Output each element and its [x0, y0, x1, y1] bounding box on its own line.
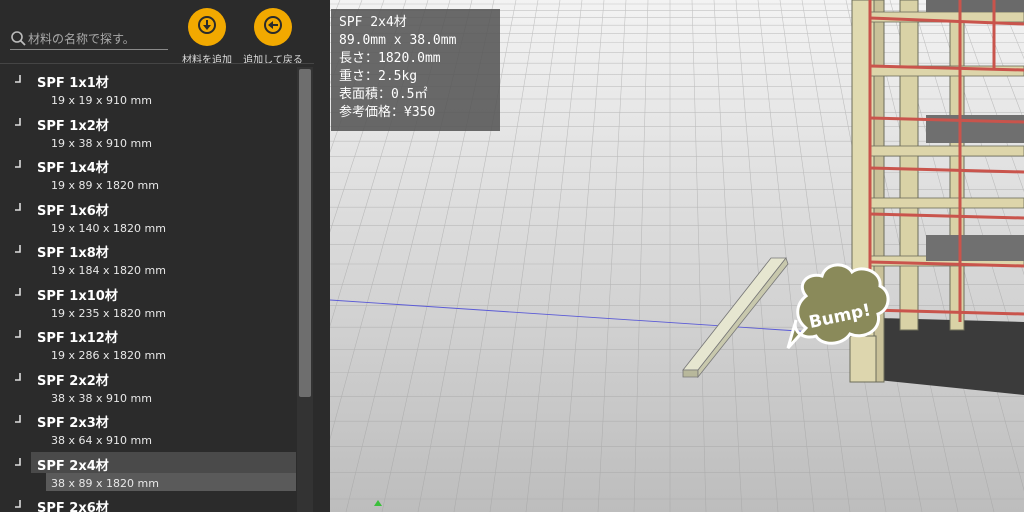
material-dims: 19 x 19 x 910 mm	[51, 94, 152, 107]
material-item[interactable]: SPF 2x3材 38 x 64 x 910 mm	[0, 406, 298, 449]
material-dims: 19 x 38 x 910 mm	[51, 136, 152, 150]
material-dims: 19 x 286 x 1820 mm	[51, 349, 166, 362]
download-arrow-icon	[196, 14, 218, 40]
material-name: SPF 1x1材	[37, 76, 109, 91]
material-item[interactable]: SPF 2x2材 38 x 38 x 910 mm	[0, 364, 298, 407]
material-panel: 材料を追加 追加して戻る SPF 1x1材19 x 19 x 910 mmSPF…	[0, 0, 330, 512]
material-item[interactable]: SPF 2x6材	[0, 491, 298, 512]
tree-arrow-icon[interactable]	[14, 117, 22, 127]
info-title: SPF 2x4材	[339, 15, 407, 30]
material-list: SPF 1x1材 19 x 19 x 910 mm SPF 1x2材 19 x 38 …	[0, 66, 298, 512]
material-item[interactable]: SPF 1x1材 19 x 19 x 910 mm	[0, 66, 298, 109]
search-box[interactable]	[10, 28, 168, 50]
tree-arrow-icon[interactable]	[14, 74, 22, 84]
app-window: 材料を追加 追加して戻る SPF 1x1材19 x 19 x 910 mmSPF…	[0, 0, 1024, 512]
material-dims: 38 x 38 x 910 mm	[51, 391, 152, 405]
tree-arrow-icon[interactable]	[14, 499, 22, 509]
info-price: 参考価格：¥350	[339, 105, 436, 120]
material-item[interactable]: SPF 1x12材 19 x 286 x 1820 mm	[0, 321, 298, 364]
material-item[interactable]: SPF 1x8材 19 x 184 x 1820 mm	[0, 236, 298, 279]
search-input[interactable]	[28, 31, 163, 46]
tree-arrow-icon[interactable]	[14, 457, 22, 467]
material-name: SPF 1x6材	[37, 203, 109, 219]
tree-arrow-icon[interactable]	[14, 414, 22, 424]
tree-arrow-icon[interactable]	[14, 372, 22, 382]
material-item[interactable]: SPF 1x6材 19 x 140 x 1820 mm	[0, 194, 298, 237]
material-dims: 38 x 89 x 1820 mm	[51, 476, 159, 490]
material-name: SPF 2x4材	[37, 458, 109, 474]
material-item[interactable]: SPF 1x10材 19 x 235 x 1820 mm	[0, 279, 298, 322]
list-scrollbar[interactable]: ▲	[297, 67, 313, 512]
material-dims: 38 x 64 x 910 mm	[51, 434, 152, 447]
material-name: SPF 2x3材	[37, 416, 109, 431]
material-name: SPF 2x2材	[37, 373, 109, 389]
material-item[interactable]: SPF 1x2材 19 x 38 x 910 mm	[0, 109, 298, 152]
material-item[interactable]: SPF 1x4材 19 x 89 x 1820 mm	[0, 151, 298, 194]
material-dims: 19 x 140 x 1820 mm	[51, 221, 166, 235]
info-length: 長さ：1820.0mm	[339, 51, 441, 66]
back-arrow-icon	[262, 14, 284, 40]
material-info-overlay: SPF 2x4材 89.0mm x 38.0mm 長さ：1820.0mm 重さ：…	[331, 9, 500, 131]
toolbar-divider	[0, 63, 314, 64]
material-item[interactable]: SPF 2x4材 38 x 89 x 1820 mm	[0, 449, 298, 492]
scrollbar-thumb[interactable]	[299, 69, 311, 397]
tree-arrow-icon[interactable]	[14, 202, 22, 212]
tree-arrow-icon[interactable]	[14, 287, 22, 297]
tree-arrow-icon[interactable]	[14, 329, 22, 339]
search-icon	[10, 30, 28, 48]
material-name: SPF 1x8材	[37, 246, 109, 261]
info-area: 表面積：0.5㎡	[339, 87, 428, 102]
material-dims: 19 x 89 x 1820 mm	[51, 179, 159, 192]
tree-arrow-icon[interactable]	[14, 244, 22, 254]
info-section: 89.0mm x 38.0mm	[339, 33, 457, 48]
add-material-button[interactable]: 材料を追加	[176, 8, 238, 66]
material-name: SPF 1x12材	[37, 331, 118, 346]
material-name: SPF 1x2材	[37, 118, 109, 134]
add-and-back-button[interactable]: 追加して戻る	[242, 8, 304, 66]
material-dims: 19 x 235 x 1820 mm	[51, 306, 166, 320]
material-name: SPF 2x6材	[37, 501, 109, 512]
tree-arrow-icon[interactable]	[14, 159, 22, 169]
material-name: SPF 1x10材	[37, 288, 118, 304]
material-dims: 19 x 184 x 1820 mm	[51, 264, 166, 277]
info-weight: 重さ：2.5kg	[339, 69, 418, 84]
material-name: SPF 1x4材	[37, 161, 109, 176]
